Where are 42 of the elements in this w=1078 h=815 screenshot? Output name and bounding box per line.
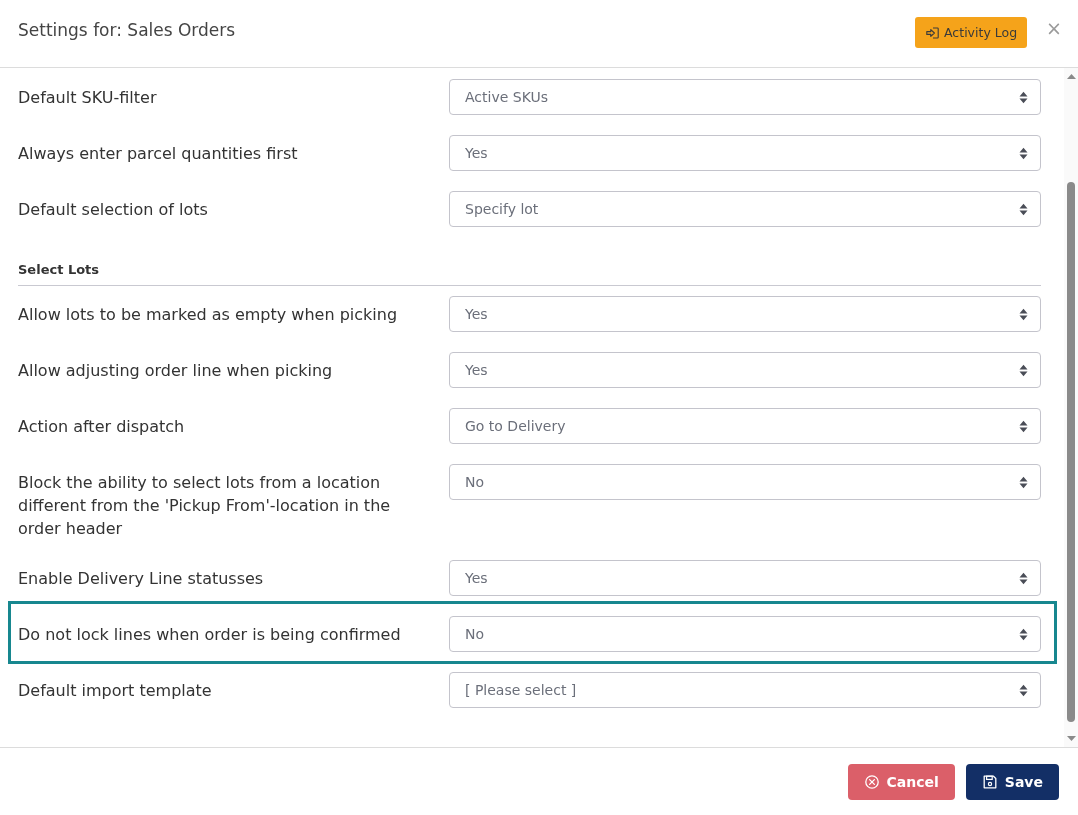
up-down-caret-icon bbox=[1019, 627, 1028, 641]
up-down-caret-icon bbox=[1019, 419, 1028, 433]
dropdown[interactable]: Yes bbox=[449, 352, 1041, 388]
close-button[interactable]: × bbox=[1046, 16, 1062, 39]
up-down-caret-icon bbox=[1019, 363, 1028, 377]
up-down-caret-icon bbox=[1019, 571, 1028, 585]
setting-label: Always enter parcel quantities first bbox=[18, 143, 299, 165]
setting-label: Allow lots to be marked as empty when picking bbox=[18, 304, 399, 326]
section-heading: Select Lots bbox=[18, 262, 100, 277]
activity-log-button[interactable]: Activity Log bbox=[915, 17, 1028, 48]
scrollbar-thumb[interactable] bbox=[1067, 182, 1075, 722]
setting-label: Do not lock lines when order is being confirmed bbox=[18, 624, 402, 646]
dropdown[interactable]: Yes bbox=[449, 135, 1041, 171]
setting-label: Allow adjusting order line when picking bbox=[18, 360, 334, 382]
sign-in-icon bbox=[926, 26, 940, 39]
setting-label: Block the ability to select lots from a location different from the 'Pickup From'-location in the order header bbox=[18, 472, 392, 540]
setting-label: Action after dispatch bbox=[18, 416, 186, 438]
circle-x-icon bbox=[864, 775, 879, 789]
scroll-down-icon[interactable] bbox=[1066, 736, 1076, 741]
dropdown[interactable]: No bbox=[449, 616, 1041, 652]
dropdown[interactable]: Yes bbox=[449, 560, 1041, 596]
up-down-caret-icon bbox=[1019, 683, 1028, 697]
dropdown[interactable]: Specify lot bbox=[449, 191, 1041, 227]
dialog-title: Settings for: Sales Orders bbox=[18, 19, 237, 40]
dropdown[interactable]: [ Please select ] bbox=[449, 672, 1041, 708]
setting-label: Default SKU-filter bbox=[18, 87, 158, 109]
dropdown[interactable]: Active SKUs bbox=[449, 79, 1041, 115]
up-down-caret-icon bbox=[1019, 90, 1028, 104]
setting-label: Default import template bbox=[18, 680, 213, 702]
cancel-button[interactable]: Cancel bbox=[847, 764, 955, 800]
up-down-caret-icon bbox=[1019, 475, 1028, 489]
save-button[interactable]: Save bbox=[965, 764, 1059, 800]
scrollbar[interactable] bbox=[1064, 68, 1078, 747]
setting-label: Enable Delivery Line statusses bbox=[18, 568, 265, 590]
setting-label: Default selection of lots bbox=[18, 199, 209, 221]
dropdown[interactable]: Yes bbox=[449, 296, 1041, 332]
scroll-up-icon[interactable] bbox=[1066, 74, 1076, 79]
dropdown[interactable]: No bbox=[449, 464, 1041, 500]
up-down-caret-icon bbox=[1019, 307, 1028, 321]
up-down-caret-icon bbox=[1019, 202, 1028, 216]
up-down-caret-icon bbox=[1019, 146, 1028, 160]
dropdown[interactable]: Go to Delivery bbox=[449, 408, 1041, 444]
